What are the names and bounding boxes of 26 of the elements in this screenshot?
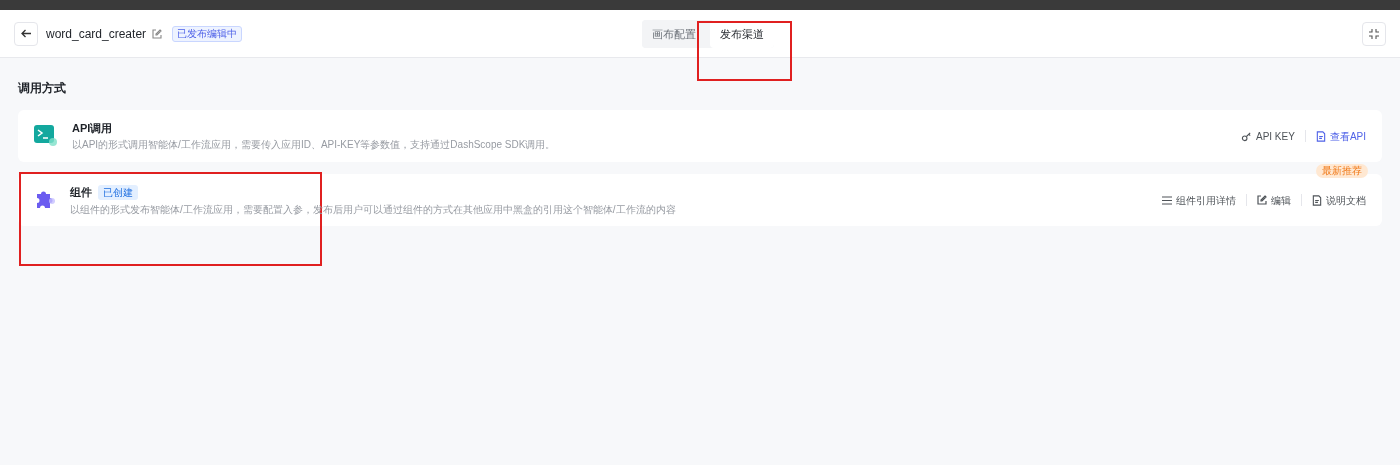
action-link[interactable]: 查看API bbox=[1315, 128, 1366, 144]
collapse-icon bbox=[1369, 28, 1379, 39]
action-link[interactable]: 说明文档 bbox=[1312, 192, 1366, 208]
app-name: word_card_creater bbox=[46, 25, 147, 43]
back-arrow-icon bbox=[21, 29, 31, 38]
document-icon bbox=[1315, 130, 1326, 142]
action-link[interactable]: 组件引用详情 bbox=[1162, 192, 1236, 208]
tab[interactable]: 发布渠道 bbox=[710, 20, 774, 48]
channel-description: 以API的形式调用智能体/工作流应用，需要传入应用ID、API-KEY等参数值，支持通过DashScope SDK调用。 bbox=[72, 139, 556, 151]
puzzle-icon bbox=[34, 190, 56, 210]
edit-icon bbox=[1257, 195, 1267, 205]
list-icon bbox=[1162, 195, 1172, 205]
recommend-badge: 最新推荐 bbox=[1316, 164, 1368, 178]
section-title: 调用方式 bbox=[18, 80, 66, 96]
action-link[interactable]: 编辑 bbox=[1257, 192, 1291, 208]
edit-icon[interactable] bbox=[152, 28, 163, 39]
action-link[interactable]: API KEY bbox=[1240, 128, 1295, 144]
status-badge: 已创建 bbox=[98, 184, 138, 200]
status-badge: 已发布编辑中 bbox=[172, 25, 243, 42]
channel-title: API调用 bbox=[72, 121, 113, 135]
back-button[interactable] bbox=[14, 21, 38, 46]
document-icon bbox=[1312, 194, 1322, 206]
channel-title: 组件 bbox=[70, 185, 92, 199]
terminal-icon bbox=[34, 125, 58, 147]
key-icon bbox=[1240, 130, 1252, 142]
collapse-button[interactable] bbox=[1362, 21, 1386, 46]
